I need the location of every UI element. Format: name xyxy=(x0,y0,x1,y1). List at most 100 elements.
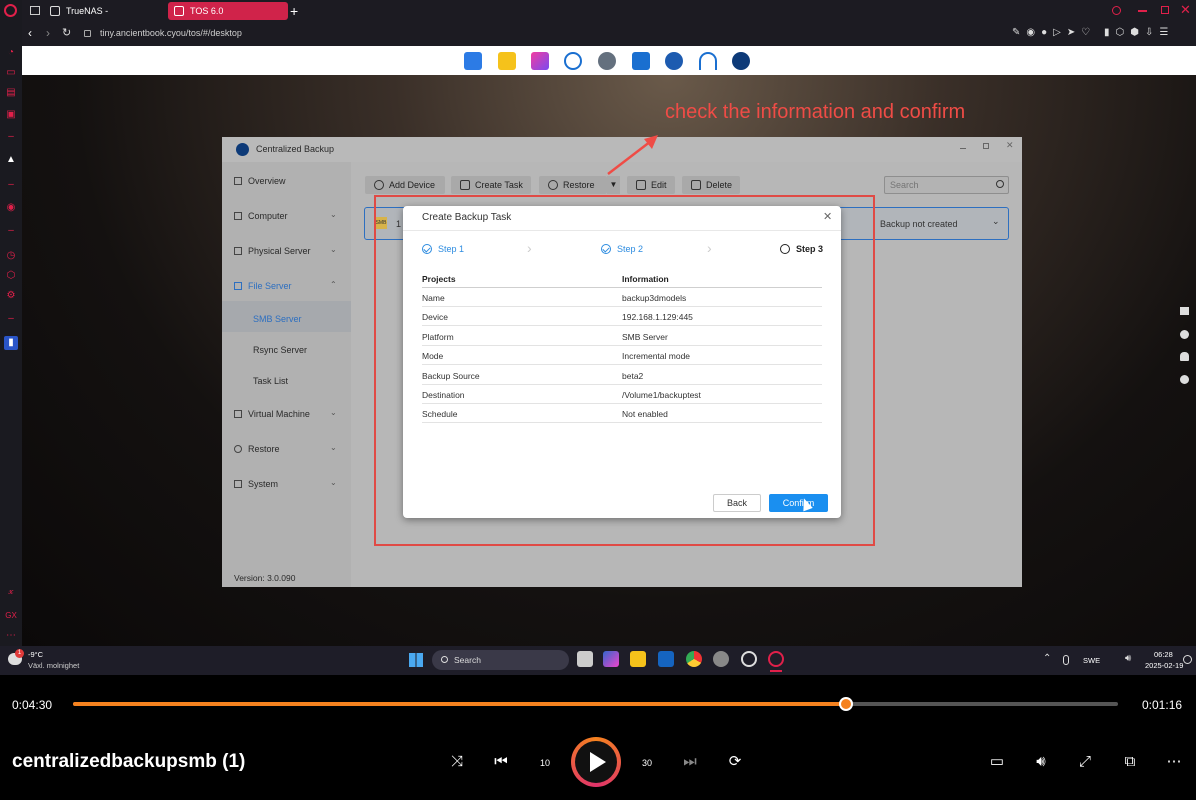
new-tab-plus-icon[interactable]: + xyxy=(290,2,298,20)
app-store-icon[interactable] xyxy=(531,52,549,70)
news-icon[interactable]: ▣ xyxy=(4,108,18,122)
taskbar-search-label: Search xyxy=(454,655,481,665)
search-tabs-icon[interactable] xyxy=(1112,6,1121,15)
tab-truenas[interactable]: TrueNAS - 192.168.1.129 xyxy=(44,2,164,34)
rewind-10-icon[interactable]: 10 xyxy=(535,752,555,772)
sidebar-item-overview[interactable]: Overview xyxy=(234,176,286,186)
settings-icon[interactable]: ⚙ xyxy=(4,289,18,303)
address-bar: ‹ › ↻ tiny.ancientbook.cyou/tos/#/deskto… xyxy=(22,22,1196,46)
sidebar-item-physical-server[interactable]: Physical Server xyxy=(234,246,311,256)
reload-icon[interactable]: ↻ xyxy=(62,26,71,39)
forward-30-icon[interactable]: 30 xyxy=(637,752,657,772)
tab-overview-icon[interactable] xyxy=(30,6,40,15)
restore-button[interactable]: Restore xyxy=(539,176,607,194)
more-options-icon[interactable]: ⋯ xyxy=(1164,752,1184,772)
app-close-icon[interactable]: ✕ xyxy=(1006,140,1014,151)
cube-icon[interactable]: ⬡ xyxy=(4,269,18,283)
close-window-icon[interactable]: ✕ xyxy=(1180,2,1191,18)
app-maximize-icon[interactable] xyxy=(983,143,989,149)
windows-start-icon[interactable] xyxy=(409,653,423,667)
site-info-icon[interactable] xyxy=(84,30,91,37)
chevron-up-icon[interactable]: ⌃ xyxy=(1043,653,1051,664)
start-grid-icon[interactable] xyxy=(464,52,482,70)
chevron-down-icon: ⌄ xyxy=(330,245,337,254)
captions-icon[interactable]: ▭ xyxy=(987,752,1007,772)
sidebar-item-rsync-server[interactable]: Rsync Server xyxy=(253,345,307,355)
sidebar-item-virtual-machine[interactable]: Virtual Machine xyxy=(234,409,310,419)
play-button[interactable] xyxy=(571,737,621,787)
cursor-app-icon[interactable] xyxy=(713,651,729,667)
tab-tos[interactable]: TOS 6.0 xyxy=(168,2,288,20)
divider-icon: – xyxy=(8,131,14,142)
headset-icon[interactable] xyxy=(699,52,717,70)
weather-desc: Växl. molnighet xyxy=(28,661,80,670)
chevron-down-icon[interactable]: ⌄ xyxy=(992,216,1000,227)
game-app-icon[interactable] xyxy=(741,651,757,667)
opera-taskbar-icon[interactable] xyxy=(768,651,784,667)
workspace-icon[interactable]: ▭ xyxy=(4,66,18,80)
backup-snowflake-icon[interactable] xyxy=(732,52,750,70)
url-field[interactable]: tiny.ancientbook.cyou/tos/#/desktop xyxy=(100,28,242,38)
volume-icon[interactable]: 🔊︎ xyxy=(1031,752,1051,772)
search-input[interactable] xyxy=(884,176,1009,194)
seek-thumb[interactable] xyxy=(839,697,853,711)
chat-icon[interactable] xyxy=(1180,330,1189,339)
next-icon[interactable]: ⏭︎ xyxy=(680,752,700,772)
speaker-icon[interactable]: 🔊︎ xyxy=(1125,653,1131,664)
folder-icon[interactable] xyxy=(498,52,516,70)
aria-icon[interactable]: ◔ xyxy=(4,46,18,60)
bell-icon[interactable] xyxy=(1180,352,1189,361)
forward-arrow-icon[interactable]: › xyxy=(46,26,50,40)
opera-logo-icon[interactable] xyxy=(4,4,17,17)
history-icon[interactable]: ◷ xyxy=(4,249,18,263)
repeat-off-icon[interactable]: ⟳ xyxy=(725,752,745,772)
screen-icon[interactable]: ▤ xyxy=(4,86,18,100)
translate-icon[interactable]: ▲ xyxy=(4,153,18,167)
previous-icon[interactable]: ⏮︎ xyxy=(491,752,511,772)
search-icon[interactable] xyxy=(996,180,1004,188)
gx-icon[interactable]: 𝓍 xyxy=(4,585,18,599)
mail-icon[interactable] xyxy=(632,52,650,70)
taskbar-search[interactable]: Search xyxy=(432,650,569,670)
sidebar-item-restore[interactable]: Restore xyxy=(234,444,280,454)
taskbar-time[interactable]: 06:28 xyxy=(1154,650,1173,659)
forward-30-label: 30 xyxy=(641,758,652,768)
microphone-icon[interactable] xyxy=(1063,655,1069,665)
sidebar-item-smb-server[interactable]: SMB Server xyxy=(222,301,351,332)
remaining-time: 0:01:16 xyxy=(1142,698,1183,712)
sidebar-item-task-list[interactable]: Task List xyxy=(253,376,288,386)
task-view-icon[interactable] xyxy=(577,651,593,667)
cube-app-icon[interactable] xyxy=(665,52,683,70)
keyboard-language[interactable]: SWE xyxy=(1083,656,1100,665)
vpn-shield-icon[interactable]: ▮ xyxy=(4,336,18,350)
video-title: centralizedbackupsmb (1) xyxy=(12,751,246,772)
timer-icon[interactable] xyxy=(564,52,582,70)
extensions-icon[interactable]: ▮⬡⬢⇩☰ xyxy=(1104,27,1174,38)
copilot-icon[interactable] xyxy=(603,651,619,667)
sidebar-item-system[interactable]: System xyxy=(234,479,278,489)
create-task-button[interactable]: Create Task xyxy=(451,176,531,194)
outlook-icon[interactable] xyxy=(658,651,674,667)
notifications-icon[interactable] xyxy=(1183,655,1192,664)
back-arrow-icon[interactable]: ‹ xyxy=(28,26,32,40)
widget-icon[interactable] xyxy=(1180,307,1189,315)
mini-player-icon[interactable]: ⧉ xyxy=(1120,752,1140,772)
chrome-icon[interactable] xyxy=(686,651,702,667)
sidebar-item-file-server[interactable]: File Server xyxy=(234,281,292,291)
app-minimize-icon[interactable] xyxy=(960,148,966,149)
gear-icon[interactable] xyxy=(598,52,616,70)
sidebar-item-computer[interactable]: Computer xyxy=(234,211,288,221)
fullscreen-icon[interactable]: ⤢ xyxy=(1075,752,1095,772)
help-icon[interactable] xyxy=(1180,375,1189,384)
more-icon[interactable]: ⋯ xyxy=(4,629,18,643)
delete-button[interactable]: Delete xyxy=(682,176,740,194)
player-icon[interactable]: ◉ xyxy=(4,201,18,215)
gx-label-icon[interactable]: GX xyxy=(4,609,18,623)
add-device-button[interactable]: Add Device xyxy=(365,176,445,194)
seek-track[interactable] xyxy=(73,697,1118,711)
file-explorer-icon[interactable] xyxy=(630,651,646,667)
taskbar-date[interactable]: 2025-02-19 xyxy=(1145,661,1183,670)
shuffle-icon[interactable]: ⤨ xyxy=(447,752,467,772)
minimize-window-icon[interactable] xyxy=(1138,10,1147,12)
restore-window-icon[interactable] xyxy=(1161,6,1169,14)
